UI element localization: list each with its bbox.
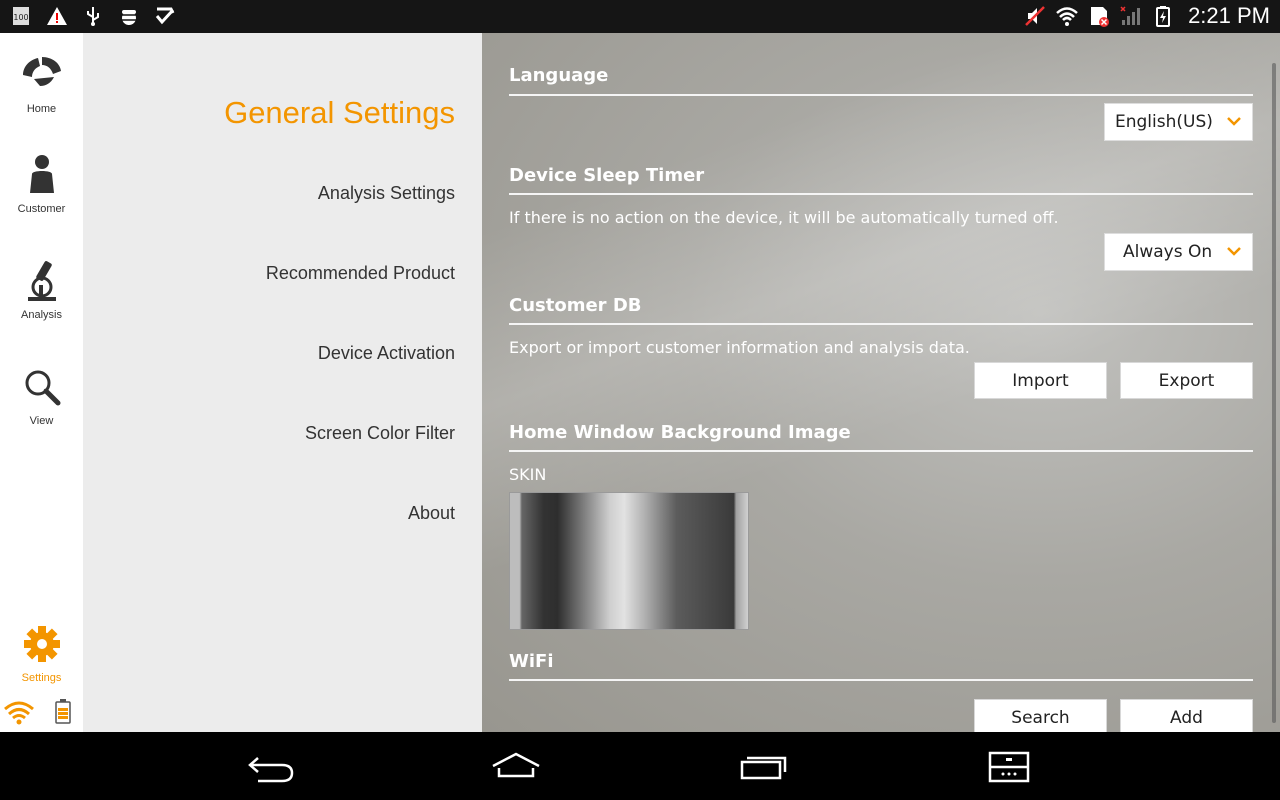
storage-100-icon: 100: [13, 7, 29, 25]
chevron-down-icon: [1227, 117, 1241, 126]
menu-item-screen-color-filter[interactable]: Screen Color Filter: [305, 423, 455, 444]
nav-rail: Home Customer Analysis View Settings: [0, 33, 83, 732]
wifi-divider: [509, 679, 1253, 681]
sleep-timer-dropdown[interactable]: Always On: [1104, 233, 1253, 271]
sleep-timer-selected: Always On: [1123, 242, 1213, 262]
content-scrollbar[interactable]: [1272, 63, 1276, 723]
menu-item-recommended-product[interactable]: Recommended Product: [266, 263, 455, 284]
home-logo-icon: [22, 57, 61, 86]
export-button[interactable]: Export: [1120, 362, 1253, 399]
language-selected: English(US): [1115, 112, 1213, 132]
usb-icon: [87, 7, 99, 26]
signal-icon: [1120, 6, 1141, 25]
navigation-bar: [0, 732, 1280, 800]
warning-icon: [47, 7, 67, 25]
sleep-timer-description: If there is no action on the device, it …: [509, 208, 1059, 227]
settings-content: Language English(US) Device Sleep Timer …: [482, 33, 1280, 732]
person-icon: [29, 155, 54, 193]
wifi-add-button[interactable]: Add: [1120, 699, 1253, 732]
rail-label-settings: Settings: [21, 672, 62, 684]
sleep-timer-title: Device Sleep Timer: [509, 165, 705, 186]
wifi-icon: [1056, 7, 1078, 26]
status-bar-system: 2:21 PM: [1024, 3, 1270, 29]
menu-icon[interactable]: [984, 750, 1034, 784]
customer-db-description: Export or import customer information an…: [509, 338, 970, 357]
debug-bug-icon: [120, 10, 138, 25]
back-icon[interactable]: [246, 750, 296, 784]
customer-db-title: Customer DB: [509, 295, 642, 316]
background-image-title: Home Window Background Image: [509, 422, 851, 443]
rail-label-customer: Customer: [17, 203, 66, 215]
menu-item-device-activation[interactable]: Device Activation: [318, 343, 455, 364]
rail-item-customer[interactable]: Customer: [0, 153, 83, 215]
recents-icon[interactable]: [738, 750, 788, 784]
wifi-search-button[interactable]: Search: [974, 699, 1107, 732]
svg-text:100: 100: [13, 13, 28, 22]
magnifier-icon: [25, 370, 60, 406]
rail-label-analysis: Analysis: [21, 309, 62, 321]
wifi-title: WiFi: [509, 651, 554, 672]
wifi-status-icon: [4, 701, 34, 725]
rail-item-analysis[interactable]: Analysis: [0, 259, 83, 321]
background-image-label: SKIN: [509, 465, 547, 484]
battery-charging-icon: [1156, 6, 1171, 27]
rail-label-home: Home: [26, 103, 57, 115]
rail-item-view[interactable]: View: [0, 365, 83, 427]
background-image-thumbnail[interactable]: [509, 492, 749, 630]
chevron-down-icon: [1227, 247, 1241, 256]
microscope-icon: [27, 261, 56, 301]
language-divider: [509, 94, 1253, 96]
home-icon[interactable]: [491, 750, 541, 784]
status-bar-notifications: 100: [10, 5, 176, 27]
language-dropdown[interactable]: English(US): [1104, 103, 1253, 141]
rail-status: [4, 699, 72, 725]
menu-item-general-settings[interactable]: General Settings: [224, 95, 455, 131]
language-title: Language: [509, 65, 609, 86]
check-icon: [155, 7, 175, 25]
mute-icon: [1025, 6, 1045, 26]
status-bar: 100 2:21 PM: [0, 0, 1280, 33]
gear-icon: [23, 626, 60, 662]
rail-item-settings[interactable]: Settings: [0, 622, 83, 684]
battery-status-icon: [55, 699, 71, 724]
menu-item-analysis-settings[interactable]: Analysis Settings: [318, 183, 455, 204]
background-image-divider: [509, 450, 1253, 452]
settings-menu: General Settings Analysis Settings Recom…: [83, 33, 482, 732]
import-button[interactable]: Import: [974, 362, 1107, 399]
status-time: 2:21 PM: [1188, 3, 1270, 28]
sleep-timer-divider: [509, 193, 1253, 195]
sim-error-icon: [1091, 7, 1110, 27]
menu-item-about[interactable]: About: [408, 503, 455, 524]
rail-label-view: View: [29, 415, 54, 427]
rail-item-home[interactable]: Home: [0, 53, 83, 115]
customer-db-divider: [509, 323, 1253, 325]
